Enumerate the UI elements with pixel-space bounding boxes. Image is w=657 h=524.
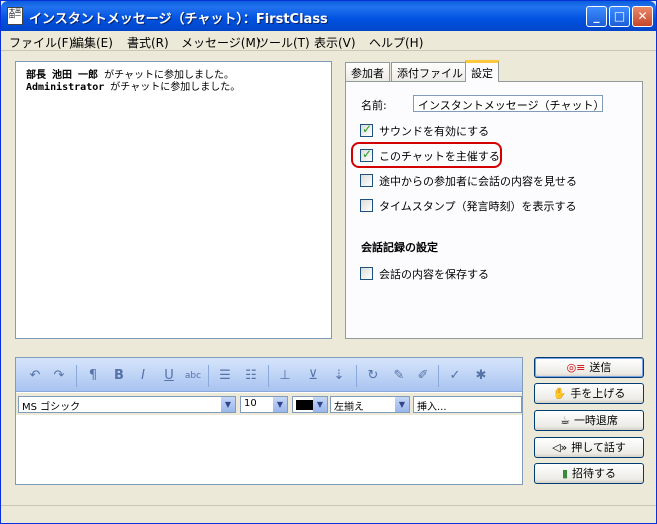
message-composer[interactable]: ↶ ↷ ¶ B I U abc ☰ ☷ ⊥ ⊻ ⇣ ↻ ✎ ✐ ✓ ✱ MS ゴ… bbox=[15, 357, 523, 485]
send-button[interactable]: ◎≡ 送信 bbox=[534, 357, 644, 378]
numbered-list-icon[interactable]: ☷ bbox=[242, 367, 260, 385]
insert-select[interactable]: 挿入... bbox=[413, 396, 522, 413]
insert-value: 挿入... bbox=[417, 402, 447, 413]
raise-hand-button[interactable]: ✋ 手を上げる bbox=[534, 383, 644, 404]
refresh-icon[interactable]: ↻ bbox=[364, 367, 382, 385]
status-bar bbox=[1, 505, 656, 523]
bullet-list-icon[interactable]: ☰ bbox=[216, 367, 234, 385]
chat-log-line: Administrator がチャットに参加しました。 bbox=[26, 82, 321, 94]
save-log-checkbox[interactable] bbox=[360, 267, 373, 280]
chevron-down-icon[interactable]: ▼ bbox=[273, 397, 287, 412]
title-bar[interactable]: 大出田一 インスタントメッセージ（チャット）：FirstClass _ □ ✕ bbox=[1, 1, 656, 31]
menu-bar: ファイル(F) 編集(E) 書式(R) メッセージ(M) ツール(T) 表示(V… bbox=[1, 31, 656, 51]
invite-label: 招待する bbox=[572, 467, 617, 480]
paragraph-icon[interactable]: ¶ bbox=[84, 367, 102, 385]
invite-button[interactable]: ▮ 招待する bbox=[534, 463, 644, 484]
toolbar-separator bbox=[208, 365, 209, 387]
menu-tools[interactable]: ツール(T) bbox=[257, 34, 310, 51]
tab-attachments[interactable]: 添付ファイル bbox=[391, 62, 469, 81]
tab-strip: 参加者 添付ファイル 設定 bbox=[345, 60, 643, 82]
away-label: 一時退席 bbox=[573, 414, 618, 427]
toolbar-separator bbox=[76, 365, 77, 387]
timestamp-checkbox[interactable] bbox=[360, 199, 373, 212]
send-label: 送信 bbox=[589, 361, 612, 374]
underline-icon[interactable]: U bbox=[160, 367, 178, 385]
push-to-talk-button[interactable]: ◁» 押して話す bbox=[534, 437, 644, 458]
toolbar-separator bbox=[356, 365, 357, 387]
maximize-button[interactable]: □ bbox=[609, 6, 630, 27]
chat-message: がチャットに参加しました。 bbox=[98, 70, 234, 81]
menu-file[interactable]: ファイル(F) bbox=[9, 34, 73, 51]
toolbar-separator bbox=[268, 365, 269, 387]
send-icon: ◎≡ bbox=[566, 361, 586, 374]
sound-checkbox[interactable] bbox=[360, 122, 373, 137]
close-button[interactable]: ✕ bbox=[632, 6, 653, 27]
pen-icon[interactable]: ✎ bbox=[390, 367, 408, 385]
chevron-down-icon[interactable]: ▼ bbox=[395, 397, 409, 412]
font-size-value: 10 bbox=[244, 398, 257, 409]
menu-format[interactable]: 書式(R) bbox=[127, 34, 169, 51]
speaker-icon: ◁» bbox=[552, 441, 568, 454]
participant-name: 部長 池田 一郎 bbox=[26, 70, 99, 81]
window-title: インスタントメッセージ（チャット）：FirstClass bbox=[29, 12, 328, 27]
alignment-value: 左揃え bbox=[334, 402, 364, 413]
font-size-select[interactable]: 10 ▼ bbox=[240, 396, 288, 413]
tab-settings[interactable]: 設定 bbox=[465, 60, 499, 82]
invite-door-icon: ▮ bbox=[561, 467, 569, 480]
chat-log[interactable]: 部長 池田 一郎 がチャットに参加しました。 Administrator がチャ… bbox=[15, 61, 332, 339]
bold-icon[interactable]: B bbox=[110, 367, 128, 385]
raise-hand-label: 手を上げる bbox=[570, 387, 626, 400]
chat-name-field[interactable]: インスタントメッセージ（チャット） bbox=[413, 95, 604, 112]
host-chat-label: このチャットを主催する bbox=[379, 150, 500, 163]
chat-log-line: 部長 池田 一郎 がチャットに参加しました。 bbox=[26, 70, 321, 82]
brush-icon[interactable]: ✐ bbox=[414, 367, 432, 385]
away-button[interactable]: ☕ 一時退席 bbox=[534, 410, 644, 431]
minimize-button[interactable]: _ bbox=[586, 6, 607, 27]
color-swatch bbox=[296, 400, 314, 410]
hand-icon: ✋ bbox=[552, 387, 567, 400]
chevron-down-icon[interactable]: ▼ bbox=[313, 397, 327, 412]
chevron-down-icon[interactable]: ▼ bbox=[221, 397, 235, 412]
format-toolbar: ↶ ↷ ¶ B I U abc ☰ ☷ ⊥ ⊻ ⇣ ↻ ✎ ✐ ✓ ✱ bbox=[16, 358, 522, 392]
show-history-checkbox[interactable] bbox=[360, 174, 373, 187]
font-select-value: MS ゴシック bbox=[22, 402, 81, 413]
timestamp-label: タイムスタンプ（発言時刻）を表示する bbox=[379, 200, 577, 213]
redo-icon[interactable]: ↷ bbox=[50, 367, 68, 385]
undo-icon[interactable]: ↶ bbox=[26, 367, 44, 385]
menu-message[interactable]: メッセージ(M) bbox=[181, 34, 260, 51]
spell-check-icon[interactable]: ✓ bbox=[446, 367, 464, 385]
name-label: 名前: bbox=[361, 99, 387, 112]
save-log-label: 会話の内容を保存する bbox=[379, 268, 489, 281]
participant-name: Administrator bbox=[26, 82, 105, 93]
font-select[interactable]: MS ゴシック ▼ bbox=[18, 396, 236, 413]
font-format-bar: MS ゴシック ▼ 10 ▼ ▼ 左揃え ▼ 挿入... bbox=[16, 393, 522, 415]
insert-link-icon[interactable]: ⇣ bbox=[330, 367, 348, 385]
firstclass-app-icon: 大出田一 bbox=[7, 7, 23, 25]
italic-icon[interactable]: I bbox=[134, 367, 152, 385]
push-to-talk-label: 押して話す bbox=[571, 441, 626, 454]
log-settings-heading: 会話記録の設定 bbox=[361, 241, 438, 254]
settings-panel: 名前: インスタントメッセージ（チャット） サウンドを有効にする このチャットを… bbox=[345, 81, 643, 339]
toolbar-separator bbox=[438, 365, 439, 387]
menu-help[interactable]: ヘルプ(H) bbox=[369, 34, 423, 51]
menu-view[interactable]: 表示(V) bbox=[314, 34, 356, 51]
show-history-label: 途中からの参加者に会話の内容を見せる bbox=[379, 175, 577, 188]
insert-line-icon[interactable]: ⊥ bbox=[276, 367, 294, 385]
chat-window: 大出田一 インスタントメッセージ（チャット）：FirstClass _ □ ✕ … bbox=[0, 0, 657, 524]
alignment-select[interactable]: 左揃え ▼ bbox=[330, 396, 410, 413]
font-color-select[interactable]: ▼ bbox=[292, 396, 328, 413]
chat-message: がチャットに参加しました。 bbox=[104, 82, 241, 93]
coffee-icon: ☕ bbox=[560, 414, 570, 427]
strikethrough-icon[interactable]: abc bbox=[184, 367, 202, 385]
magic-icon[interactable]: ✱ bbox=[472, 367, 490, 385]
tab-participants[interactable]: 参加者 bbox=[345, 62, 390, 81]
host-chat-checkbox[interactable] bbox=[360, 147, 373, 162]
sound-label: サウンドを有効にする bbox=[379, 125, 490, 138]
insert-field-icon[interactable]: ⊻ bbox=[304, 367, 322, 385]
menu-edit[interactable]: 編集(E) bbox=[72, 34, 113, 51]
